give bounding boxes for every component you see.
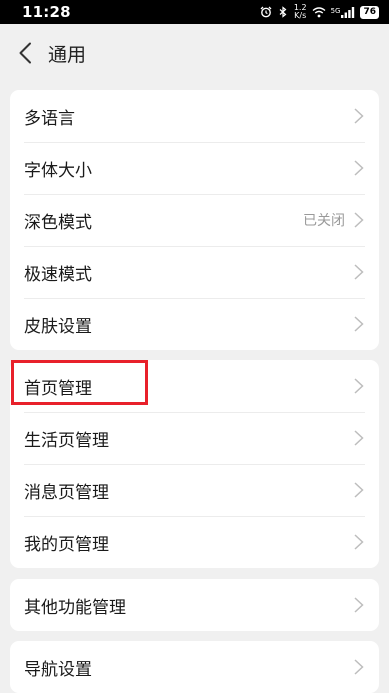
row-language[interactable]: 多语言 — [10, 90, 379, 142]
chevron-right-icon — [354, 316, 364, 332]
settings-group-navigation: 导航设置 — [10, 641, 379, 693]
chevron-right-icon — [354, 108, 364, 124]
chevron-right-icon — [354, 212, 364, 228]
row-label: 多语言 — [24, 108, 75, 129]
chevron-right-icon — [354, 264, 364, 280]
row-label: 消息页管理 — [24, 482, 109, 503]
dark-mode-status: 已关闭 — [303, 213, 345, 229]
network-speed: 1.2 K/s — [294, 4, 307, 20]
settings-group-general: 多语言 字体大小 深色模式 已关闭 极速模式 皮肤设置 — [10, 90, 379, 350]
row-fast-mode[interactable]: 极速模式 — [10, 246, 379, 298]
network-type: 5G — [330, 6, 341, 15]
row-other-function-management[interactable]: 其他功能管理 — [10, 579, 379, 631]
row-home-page-management[interactable]: 首页管理 — [10, 360, 379, 412]
header: 通用 — [0, 24, 389, 82]
chevron-right-icon — [354, 160, 364, 176]
row-navigation-settings[interactable]: 导航设置 — [10, 641, 379, 693]
row-font-size[interactable]: 字体大小 — [10, 142, 379, 194]
alarm-icon — [260, 6, 272, 18]
chevron-right-icon — [354, 430, 364, 446]
wifi-icon — [312, 6, 326, 18]
row-label: 极速模式 — [24, 264, 92, 285]
row-message-page-management[interactable]: 消息页管理 — [10, 464, 379, 516]
back-button[interactable] — [12, 38, 38, 68]
row-label: 其他功能管理 — [24, 597, 126, 618]
row-label: 我的页管理 — [24, 534, 109, 555]
row-label: 生活页管理 — [24, 430, 109, 451]
row-label: 深色模式 — [24, 212, 92, 233]
chevron-right-icon — [354, 378, 364, 394]
status-time: 11:28 — [22, 3, 71, 21]
row-skin-settings[interactable]: 皮肤设置 — [10, 298, 379, 350]
status-bar: 11:28 1.2 K/s 5G 76 — [0, 0, 389, 24]
chevron-right-icon — [354, 534, 364, 550]
status-icons: 1.2 K/s 5G 76 — [260, 4, 379, 20]
row-my-page-management[interactable]: 我的页管理 — [10, 516, 379, 568]
settings-group-other: 其他功能管理 — [10, 579, 379, 631]
signal-icon: 5G — [330, 6, 356, 18]
chevron-right-icon — [354, 597, 364, 613]
chevron-right-icon — [354, 482, 364, 498]
bluetooth-icon — [277, 6, 289, 18]
chevron-right-icon — [354, 659, 364, 675]
row-label: 导航设置 — [24, 659, 92, 680]
back-arrow-icon — [19, 42, 31, 64]
row-label: 字体大小 — [24, 160, 92, 181]
settings-group-pages: 首页管理 生活页管理 消息页管理 我的页管理 — [10, 360, 379, 568]
battery-icon: 76 — [360, 5, 379, 19]
row-life-page-management[interactable]: 生活页管理 — [10, 412, 379, 464]
row-dark-mode[interactable]: 深色模式 已关闭 — [10, 194, 379, 246]
row-label: 皮肤设置 — [24, 316, 92, 337]
battery-level: 76 — [363, 6, 376, 17]
speed-unit: K/s — [294, 11, 307, 20]
row-label: 首页管理 — [24, 378, 92, 399]
page-title: 通用 — [48, 43, 87, 66]
